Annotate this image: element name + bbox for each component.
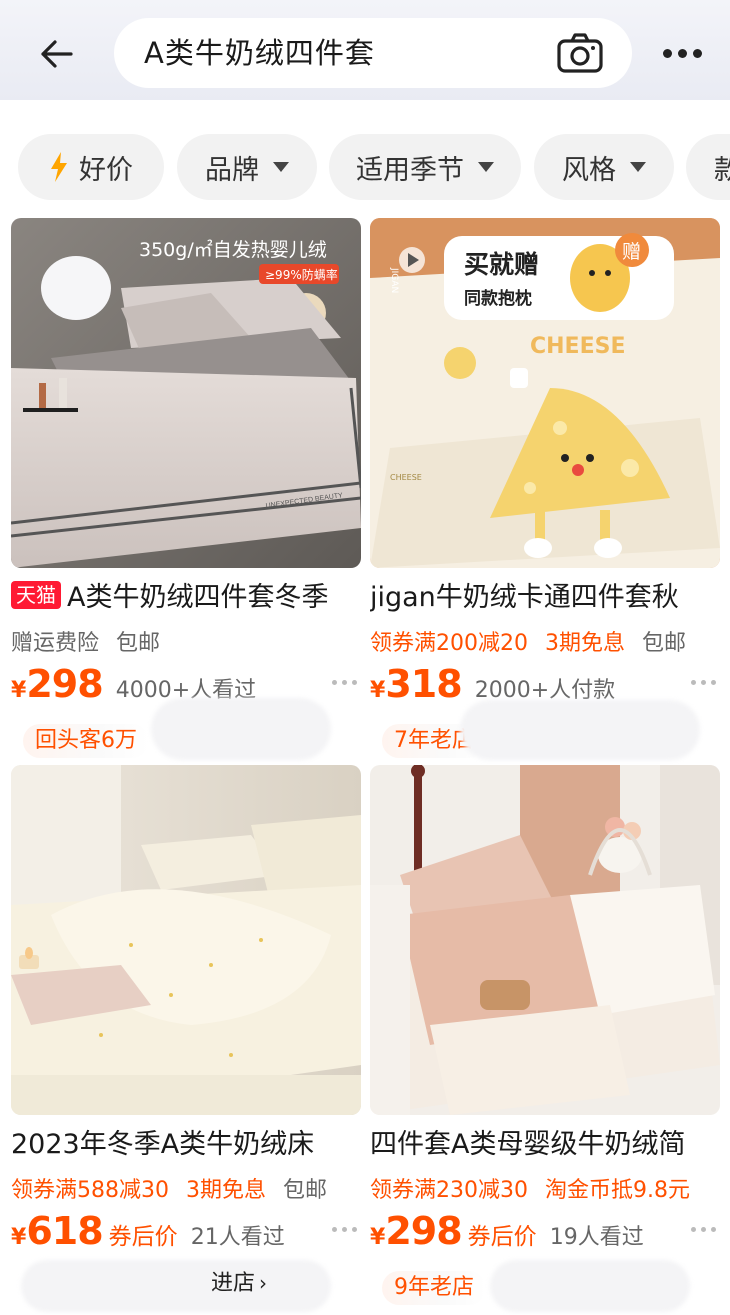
camera-search-button[interactable] (556, 32, 604, 74)
more-icon[interactable] (332, 1227, 357, 1232)
filter-chip-season[interactable]: 适用季节 (329, 134, 521, 200)
product-title[interactable]: jigan牛奶绒卡通四件套秋 (370, 578, 730, 618)
promo-text: 包邮 (116, 631, 161, 656)
gift-headline: 买就赠 (464, 250, 539, 279)
filter-chip-brand[interactable]: 品牌 (177, 134, 317, 200)
redaction-blob (460, 700, 700, 760)
filter-chip-label: 好价 (79, 154, 133, 186)
promo-text: 3期免息 (186, 1178, 266, 1203)
promo-text: 包邮 (283, 1178, 328, 1203)
promo-row: 领券满230减30 淘金币抵9.8元 (370, 1173, 700, 1209)
filter-chip-style[interactable]: 风格 (534, 134, 674, 200)
redaction-blob (151, 698, 331, 760)
price: 298 (385, 1209, 462, 1253)
bedding-photo (370, 765, 720, 1115)
currency-symbol: ¥ (370, 678, 386, 703)
promo-text: 淘金币抵9.8元 (545, 1178, 690, 1203)
sales-count: 21人看过 (190, 1225, 285, 1250)
currency-symbol: ¥ (11, 678, 27, 703)
caret-down-icon (630, 162, 646, 172)
caret-down-icon (478, 162, 494, 172)
enter-store-link[interactable]: 进店 › (211, 1263, 267, 1303)
svg-text:JIGAN: JIGAN (389, 267, 399, 293)
cheese-logo: CHEESE (530, 334, 626, 359)
redaction-blob (490, 1260, 690, 1312)
filter-chip-good-price[interactable]: 好价 (18, 134, 164, 200)
back-button[interactable] (34, 34, 78, 74)
gift-corner-badge: 赠 (622, 241, 641, 263)
image-headline: 350g/㎡自发热婴儿绒 (139, 238, 327, 261)
promo-row: 领券满200减20 3期免息 包邮 (370, 626, 696, 662)
bedding-photo (11, 765, 361, 1115)
bedding-photo: CHEESE CHEESE 买就赠 同款抱枕 赠 JIGAN (370, 218, 720, 568)
tmall-badge: 天猫 (11, 581, 61, 609)
chevron-right-icon: › (259, 1271, 268, 1295)
promo-text: 包邮 (642, 631, 687, 656)
promo-text: 领券满200减20 (370, 631, 528, 656)
enter-store-label: 进店 (211, 1271, 256, 1296)
svg-text:CHEESE: CHEESE (390, 473, 422, 482)
filter-bar: 好价 品牌 适用季节 风格 款 (0, 134, 730, 200)
filter-chip-more[interactable]: 款 (686, 134, 730, 200)
filter-chip-label: 款 (714, 154, 730, 186)
price-row: ¥298 券后价 19人看过 (370, 1209, 720, 1261)
product-image[interactable] (370, 765, 720, 1115)
more-icon[interactable] (691, 1227, 716, 1232)
lightning-icon (51, 152, 67, 182)
search-input[interactable]: A类牛奶绒四件套 (114, 18, 632, 88)
price-suffix: 券后价 (108, 1224, 178, 1250)
dot-icon (662, 48, 672, 58)
bedding-photo: UNEXPECTED BEAUTY 350g/㎡自发热婴儿绒 ≥99%防螨率 (11, 218, 361, 568)
arrow-left-icon (41, 40, 73, 68)
price: 618 (26, 1209, 103, 1253)
sales-count: 19人看过 (549, 1225, 644, 1250)
redaction-blob (21, 1260, 331, 1312)
gift-subline: 同款抱枕 (464, 288, 532, 309)
filter-chip-label: 风格 (562, 154, 616, 186)
dot-icon (692, 48, 702, 58)
more-icon[interactable] (691, 680, 716, 685)
store-tag: 回头客6万 (23, 724, 149, 758)
image-subline: ≥99%防螨率 (265, 267, 338, 282)
currency-symbol: ¥ (11, 1225, 27, 1250)
filter-chip-label: 品牌 (205, 154, 259, 186)
promo-text: 3期免息 (545, 631, 625, 656)
search-query-text: A类牛奶绒四件套 (144, 36, 375, 70)
camera-icon (557, 33, 603, 73)
more-icon[interactable] (332, 680, 357, 685)
dot-icon (677, 48, 687, 58)
promo-row: 领券满588减30 3期免息 包邮 (11, 1173, 337, 1209)
promo-text: 赠运费险 (11, 631, 100, 656)
price: 318 (385, 662, 462, 706)
price-row: ¥618 券后价 21人看过 (11, 1209, 361, 1261)
product-image[interactable] (11, 765, 361, 1115)
product-title[interactable]: 天猫 A类牛奶绒四件套冬季 (11, 578, 371, 618)
product-image[interactable]: UNEXPECTED BEAUTY 350g/㎡自发热婴儿绒 ≥99%防螨率 (11, 218, 361, 568)
price-suffix: 券后价 (467, 1224, 537, 1250)
store-tag: 9年老店 (382, 1271, 486, 1305)
product-title[interactable]: 2023年冬季A类牛奶绒床 (11, 1125, 371, 1165)
promo-row: 赠运费险 包邮 (11, 626, 170, 662)
product-image[interactable]: CHEESE CHEESE 买就赠 同款抱枕 赠 JIGAN (370, 218, 720, 568)
price: 298 (26, 662, 103, 706)
top-bar: A类牛奶绒四件套 (0, 0, 730, 100)
filter-chip-label: 适用季节 (356, 154, 464, 186)
currency-symbol: ¥ (370, 1225, 386, 1250)
caret-down-icon (273, 162, 289, 172)
promo-text: 领券满230减30 (370, 1178, 528, 1203)
more-options-button[interactable] (654, 36, 710, 70)
product-title[interactable]: 四件套A类母婴级牛奶绒简 (370, 1125, 730, 1165)
promo-text: 领券满588减30 (11, 1178, 169, 1203)
